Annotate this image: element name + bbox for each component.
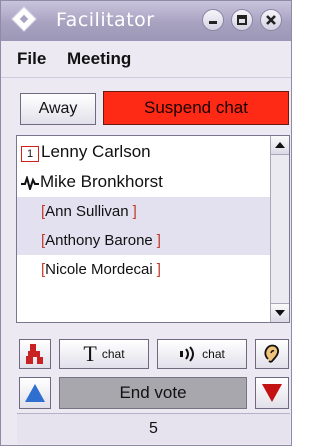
maximize-button[interactable] [231,9,253,31]
signal-wave-icon [21,176,39,190]
menu-meeting[interactable]: Meeting [67,49,131,69]
minimize-button[interactable] [202,9,224,31]
scroll-down-button[interactable] [271,303,289,322]
vote-down-triangle-icon [262,384,282,402]
raised-hand-icon [26,344,43,364]
participant-row[interactable]: [Ann Sullivan] [17,197,272,226]
voice-chat-label: chat [202,347,225,361]
participant-row[interactable]: 1 Lenny Carlson [17,140,272,169]
menu-file[interactable]: File [17,49,46,69]
away-button[interactable]: Away [20,93,96,125]
end-vote-button[interactable]: End vote [59,377,247,409]
text-chat-label: chat [101,347,125,361]
text-chat-icon: T [83,341,97,366]
window-title: Facilitator [56,9,155,31]
participant-name: Anthony Barone [45,232,153,249]
participant-name: Ann Sullivan [45,203,129,220]
raise-hand-button[interactable] [19,339,51,369]
participant-name: Mike Bronkhorst [40,172,163,191]
ear-icon [264,344,280,363]
bracket-close: ] [132,203,137,220]
text-chat-button[interactable]: T chat [59,339,149,369]
maximize-icon [237,15,247,25]
minimize-icon [209,21,217,24]
participant-row[interactable]: Mike Bronkhorst [17,169,272,198]
vote-up-triangle-icon [25,384,45,402]
participant-count: 5 [149,420,158,437]
menu-bar: File Meeting [1,41,291,78]
title-bar[interactable]: Facilitator [1,1,291,41]
vote-up-button[interactable] [19,377,51,409]
bracket-close: ] [156,232,161,249]
facilitator-window: Facilitator File Meeting Away Suspend ch… [0,0,292,446]
participant-name: Lenny Carlson [41,142,151,161]
listen-button[interactable] [255,339,289,369]
vertical-scrollbar[interactable] [270,136,289,322]
speaker-number-badge: 1 [21,146,39,162]
app-logo-icon [11,6,37,32]
voice-chat-button[interactable]: chat [157,339,247,369]
participant-row[interactable]: [Nicole Mordecai] [17,255,272,284]
status-bar: 5 [17,413,290,444]
sound-waves-icon [180,346,195,362]
scroll-up-icon [275,142,285,148]
participant-row[interactable]: [Anthony Barone] [17,226,272,255]
scroll-down-icon [275,310,285,316]
bracket-close: ] [156,261,161,278]
close-button[interactable] [260,9,282,31]
vote-down-button[interactable] [255,377,289,409]
participant-list[interactable]: 1 Lenny Carlson Mike Bronkhorst [Ann Sul… [16,135,290,323]
close-icon [266,15,276,25]
scroll-up-button[interactable] [271,136,289,155]
participant-name: Nicole Mordecai [45,261,153,278]
suspend-chat-button[interactable]: Suspend chat [103,91,289,125]
